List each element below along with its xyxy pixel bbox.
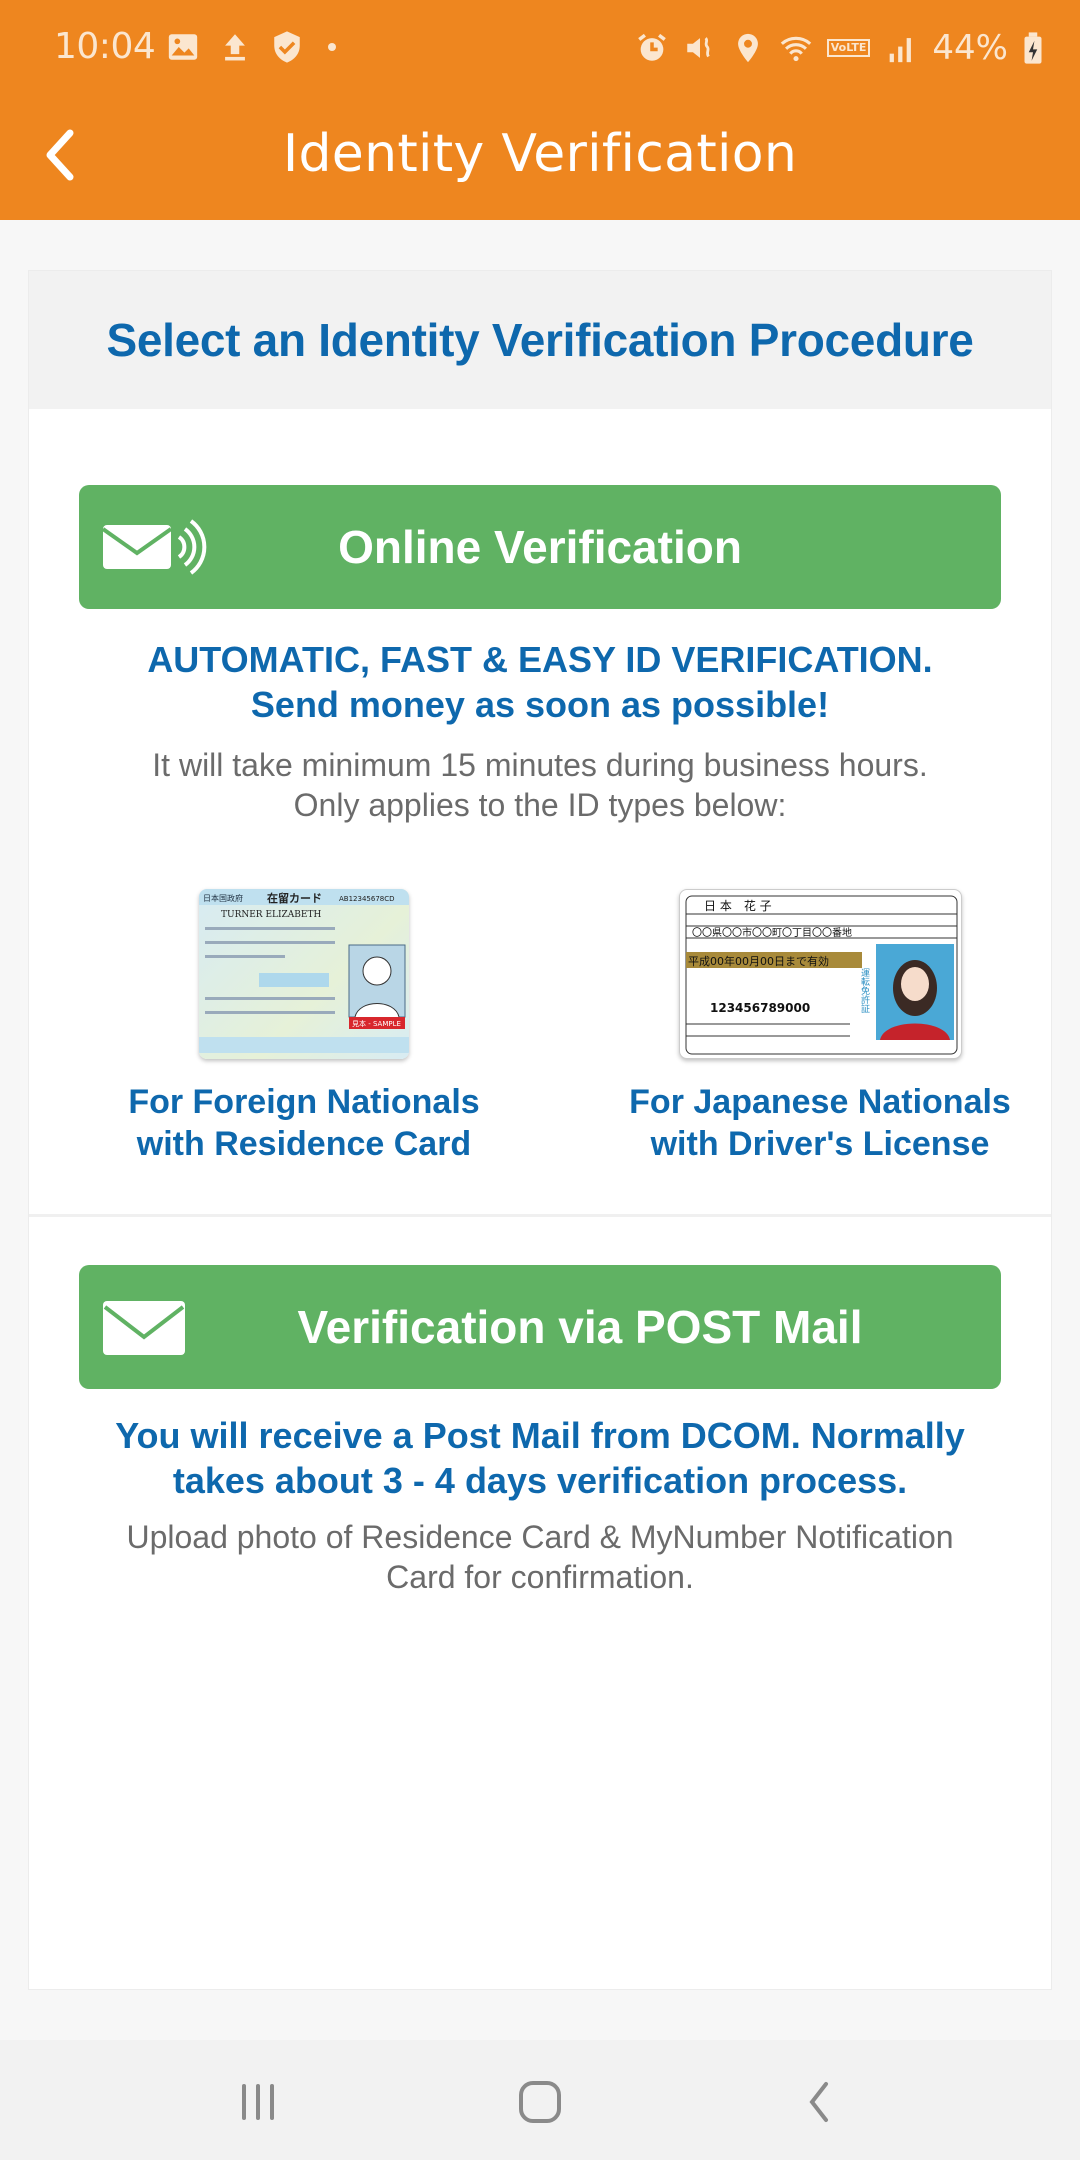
license-number: 123456789000 [710,1001,810,1015]
online-verification-label: Online Verification [338,521,742,573]
battery-charging-icon [1022,31,1044,65]
post-mail-label: Verification via POST Mail [297,1301,863,1353]
post-highlight-line1: You will receive a Post Mail from DCOM. … [115,1415,965,1456]
post-note-line2: Card for confirmation. [386,1559,694,1595]
alarm-icon [635,31,669,65]
back-icon [809,2082,828,2122]
residence-caption-line2: with Residence Card [136,1125,472,1163]
battery-percent: 44% [932,28,1008,68]
vibrate-icon [683,31,717,65]
online-note-line1: It will take minimum 15 minutes during b… [152,747,928,783]
license-name: 日 本 花 子 [704,898,772,913]
license-validity: 平成00年00月00日まで有効 [688,954,829,968]
id-types: 日本国政府 在留カード AB12345678CD TURNER ELIZABET… [29,889,1051,1179]
system-nav-bar [0,2040,1080,2160]
residence-card-sample-label: 見本 - SAMPLE [352,1019,401,1028]
license-label: 運転免許証 [859,968,870,1014]
nav-back-button[interactable] [780,2072,860,2132]
post-highlight-line2: takes about 3 - 4 days verification proc… [172,1460,908,1501]
residence-card-number: AB12345678CD [339,895,395,903]
wifi-icon [779,31,813,65]
recent-apps-button[interactable] [218,2072,298,2132]
status-icons-left [166,30,336,64]
license-caption-line2: with Driver's License [650,1125,990,1163]
recent-apps-icon [242,2084,274,2120]
notification-dot [328,43,336,51]
app-bar: 10:04 VoLTE 44% Identity Verification [0,0,1080,220]
drivers-license-caption: For Japanese Nationals with Driver's Lic… [585,1081,1055,1165]
page-title: Identity Verification [282,124,798,184]
id-type-drivers-license[interactable]: 日 本 花 子 〇〇県〇〇市〇〇町〇丁目〇〇番地 平成00年00月00日まで有効… [585,889,1055,1165]
home-button[interactable] [500,2072,580,2132]
section-heading: Select an Identity Verification Procedur… [106,314,974,366]
residence-card-image: 日本国政府 在留カード AB12345678CD TURNER ELIZABET… [199,889,409,1059]
status-time: 10:04 [54,26,156,67]
upload-icon [218,30,252,64]
license-caption-line1: For Japanese Nationals [629,1083,1011,1121]
drivers-license-image: 日 本 花 子 〇〇県〇〇市〇〇町〇丁目〇〇番地 平成00年00月00日まで有効… [678,889,962,1059]
online-note: It will take minimum 15 minutes during b… [29,745,1051,825]
shield-check-icon [270,30,304,64]
signal-icon [884,31,918,65]
volte-icon: VoLTE [826,39,871,57]
residence-card-title: 在留カード [267,891,322,905]
online-highlight-line1: AUTOMATIC, FAST & EASY ID VERIFICATION. [147,639,933,680]
online-verification-section: Online Verification AUTOMATIC, FAST & EA… [29,409,1051,1217]
residence-caption-line1: For Foreign Nationals [128,1083,480,1121]
verification-card: Select an Identity Verification Procedur… [28,270,1052,1990]
svg-text:日本国政府: 日本国政府 [203,893,243,903]
id-type-residence-card[interactable]: 日本国政府 在留カード AB12345678CD TURNER ELIZABET… [69,889,539,1165]
svg-text:〇〇県〇〇市〇〇町〇丁目〇〇番地: 〇〇県〇〇市〇〇町〇丁目〇〇番地 [692,926,852,939]
online-verification-button[interactable]: Online Verification [79,485,1001,609]
post-mail-verification-button[interactable]: Verification via POST Mail [79,1265,1001,1389]
location-icon [731,31,765,65]
toolbar: Identity Verification [0,100,1080,220]
status-bar: 10:04 VoLTE 44% [0,0,1080,100]
status-icons-right: VoLTE 44% [635,28,1044,68]
gallery-icon [166,30,200,64]
post-note: Upload photo of Residence Card & MyNumbe… [29,1517,1051,1597]
post-highlight: You will receive a Post Mail from DCOM. … [29,1413,1051,1503]
residence-card-caption: For Foreign Nationals with Residence Car… [69,1081,539,1165]
online-note-line2: Only applies to the ID types below: [293,787,787,823]
residence-card-name: TURNER ELIZABETH [221,910,321,920]
home-icon [519,2081,561,2123]
card-header: Select an Identity Verification Procedur… [29,271,1051,409]
online-highlight: AUTOMATIC, FAST & EASY ID VERIFICATION. … [29,637,1051,727]
online-highlight-line2: Send money as soon as possible! [250,684,830,725]
post-note-line1: Upload photo of Residence Card & MyNumbe… [126,1519,954,1555]
